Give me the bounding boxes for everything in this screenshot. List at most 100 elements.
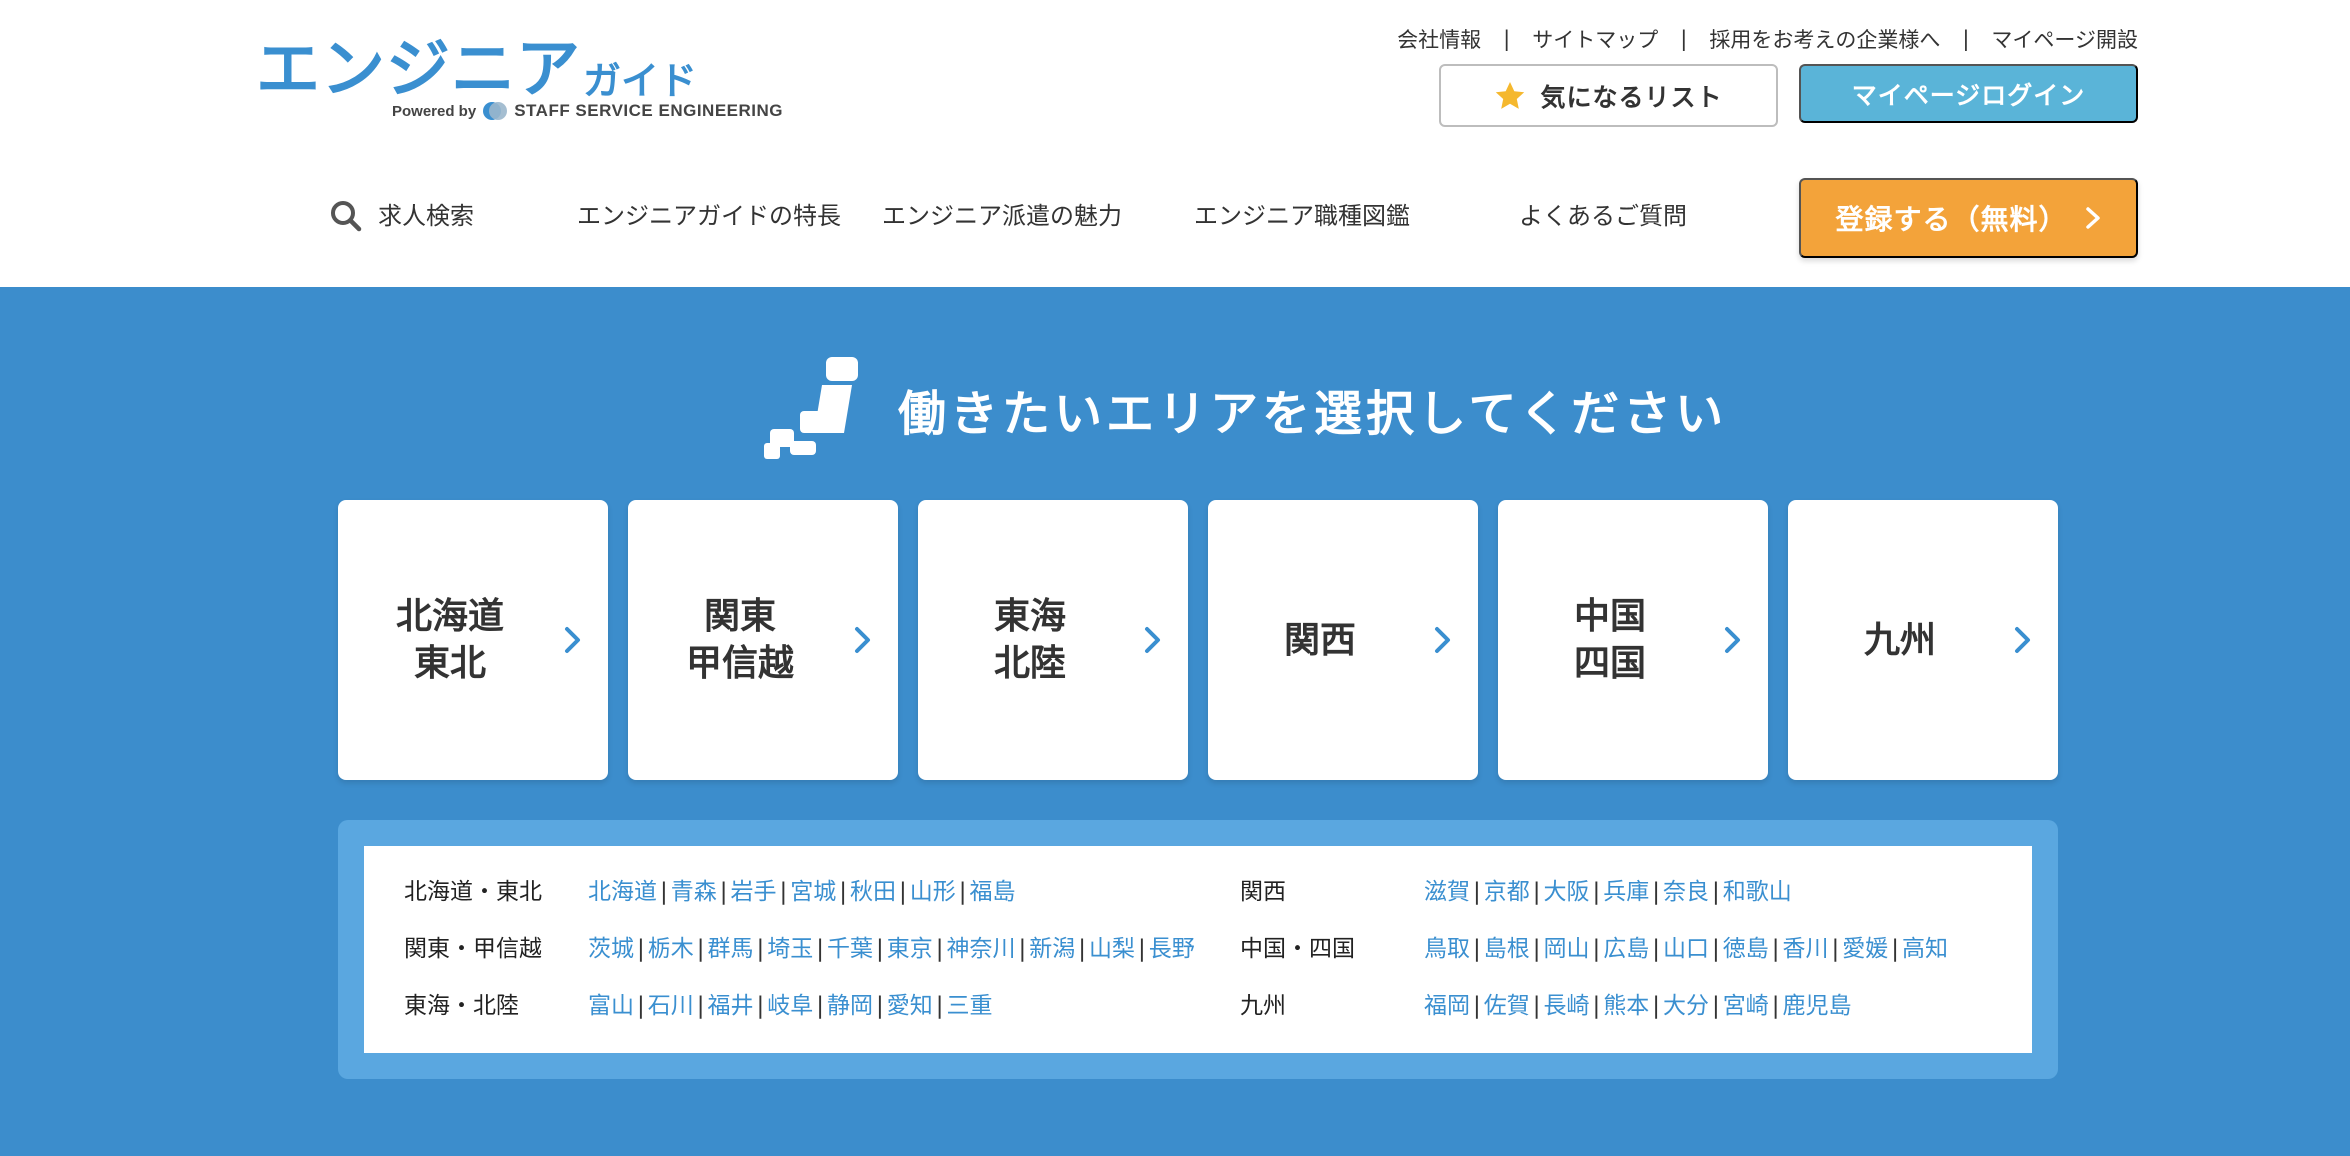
util-link-mypage-signup[interactable]: マイページ開設 (1991, 24, 2138, 54)
chevron-right-icon (1725, 627, 1740, 653)
pref-link[interactable]: 三重 (947, 986, 993, 1026)
pref-separator: | (1532, 993, 1541, 1019)
pref-link[interactable]: 鳥取 (1424, 929, 1470, 969)
pref-separator: | (1473, 993, 1481, 1019)
pref-link[interactable]: 茨城 (588, 929, 634, 969)
util-link-company[interactable]: 会社情報 (1397, 24, 1481, 54)
pref-separator: | (696, 936, 705, 962)
pref-link[interactable]: 佐賀 (1484, 986, 1530, 1026)
pref-link[interactable]: 大分 (1663, 986, 1709, 1026)
pref-link[interactable]: 滋賀 (1424, 872, 1470, 912)
pref-link[interactable]: 岩手 (731, 872, 777, 912)
util-link-sitemap[interactable]: サイトマップ (1532, 24, 1658, 54)
pref-separator: | (1831, 936, 1840, 962)
star-icon (1496, 81, 1525, 109)
pref-link[interactable]: 和歌山 (1723, 872, 1792, 912)
pref-link[interactable]: 秋田 (850, 872, 896, 912)
pref-link[interactable]: 石川 (648, 986, 694, 1026)
region-card-kanto-koshinetsu[interactable]: 関東 甲信越 (628, 500, 898, 780)
pref-link[interactable]: 高知 (1902, 929, 1948, 969)
util-link-recruiters[interactable]: 採用をお考えの企業様へ (1709, 24, 1940, 54)
pref-link[interactable]: 香川 (1783, 929, 1829, 969)
pref-group-links: 茨城 | 栃木 | 群馬 | 埼玉 | 千葉 | 東京 | 神奈川 | 新潟 | 山梨 | 長野 (588, 929, 1195, 969)
prefecture-list: 北海道・東北 北海道 | 青森 | 岩手 | 宮城 | 秋田 | 山形 | 福島 関東・甲信越 茨城 | 栃… (364, 846, 2032, 1053)
nav-item-faq[interactable]: よくあるご質問 (1519, 196, 1687, 236)
pref-separator: | (1652, 993, 1660, 1019)
nav-item-dispatch-appeal[interactable]: エンジニア派遣の魅力 (882, 196, 1122, 236)
pref-link[interactable]: 福島 (970, 872, 1016, 912)
nav-item-features[interactable]: エンジニアガイドの特長 (577, 196, 841, 236)
pref-link[interactable]: 熊本 (1603, 986, 1649, 1026)
pref-link[interactable]: 奈良 (1663, 872, 1709, 912)
pref-group-region: 関東・甲信越 (404, 936, 542, 962)
pref-link[interactable]: 徳島 (1723, 929, 1769, 969)
region-card-hokkaido-tohoku[interactable]: 北海道 東北 (338, 500, 608, 780)
pref-link[interactable]: 宮崎 (1723, 986, 1769, 1026)
pref-separator: | (876, 936, 884, 962)
nav-item-label: 求人検索 (378, 202, 474, 230)
favorite-list-button[interactable]: 気になるリスト (1439, 64, 1778, 127)
favorite-list-label: 気になるリスト (1540, 83, 1723, 112)
pref-link[interactable]: 愛知 (887, 986, 933, 1026)
pref-link[interactable]: 富山 (588, 986, 634, 1026)
pref-link[interactable]: 栃木 (648, 929, 694, 969)
pref-link[interactable]: 福岡 (1424, 986, 1470, 1026)
pref-link[interactable]: 千葉 (827, 929, 873, 969)
area-heading: 働きたいエリアを選択してください (760, 355, 1727, 463)
pref-group-row: 東海・北陸 富山 | 石川 | 福井 | 岐阜 | 静岡 | 愛知 | 三重 (404, 986, 1204, 1026)
pref-link[interactable]: 愛媛 (1842, 929, 1888, 969)
prefecture-panel: 北海道・東北 北海道 | 青森 | 岩手 | 宮城 | 秋田 | 山形 | 福島 関東・甲信越 茨城 | 栃… (338, 820, 2058, 1079)
mypage-login-button[interactable]: マイページログイン (1799, 64, 2138, 123)
pref-link[interactable]: 神奈川 (947, 929, 1016, 969)
region-card-tokai-hokuriku[interactable]: 東海 北陸 (918, 500, 1188, 780)
pref-link[interactable]: 広島 (1603, 929, 1649, 969)
register-button[interactable]: 登録する（無料） (1799, 178, 2138, 258)
chevron-right-icon (1435, 627, 1450, 653)
pref-link[interactable]: 山形 (910, 872, 956, 912)
pref-link[interactable]: 新潟 (1029, 929, 1075, 969)
nav-item-job-search[interactable]: 求人検索 (330, 196, 474, 236)
pref-link[interactable]: 群馬 (708, 929, 754, 969)
pref-separator: | (779, 879, 788, 905)
pref-link[interactable]: 東京 (887, 929, 933, 969)
pref-group-region: 東海・北陸 (404, 993, 519, 1019)
region-card-label: 関東 甲信越 (685, 596, 794, 684)
site-logo[interactable]: エンジニア ガイド Powered by STAFF SERVICE ENGIN… (256, 34, 783, 124)
pref-link[interactable]: 大阪 (1544, 872, 1590, 912)
pref-link[interactable]: 埼玉 (767, 929, 813, 969)
pref-group-row: 関西 滋賀 | 京都 | 大阪 | 兵庫 | 奈良 | 和歌山 (1240, 872, 2020, 912)
logo-main-text: エンジニア (256, 33, 581, 107)
pref-link[interactable]: 山口 (1663, 929, 1709, 969)
pref-link[interactable]: 北海道 (588, 872, 657, 912)
pref-link[interactable]: 福井 (708, 986, 754, 1026)
powered-by-label: Powered by (392, 102, 477, 120)
japan-map-icon (764, 357, 858, 459)
pref-group-region: 九州 (1240, 993, 1286, 1019)
area-selection-section: 働きたいエリアを選択してください 北海道 東北 関東 甲信越 東海 北陸 関西 … (0, 287, 2350, 1156)
pref-separator: | (1473, 936, 1481, 962)
pref-separator: | (1712, 936, 1720, 962)
pref-separator: | (1138, 936, 1146, 962)
pref-separator: | (935, 936, 944, 962)
region-card-kansai[interactable]: 関西 (1208, 500, 1478, 780)
pref-link[interactable]: 青森 (671, 872, 717, 912)
pref-link[interactable]: 岐阜 (767, 986, 813, 1026)
pref-link[interactable]: 岡山 (1544, 929, 1590, 969)
util-separator: | (1680, 27, 1688, 51)
pref-link[interactable]: 長崎 (1544, 986, 1590, 1026)
region-card-chugoku-shikoku[interactable]: 中国 四国 (1498, 500, 1768, 780)
logo-wordmark: エンジニア ガイド (256, 34, 762, 106)
pref-link[interactable]: 長野 (1149, 929, 1195, 969)
pref-link[interactable]: 宮城 (790, 872, 836, 912)
pref-link[interactable]: 静岡 (827, 986, 873, 1026)
nav-item-job-encyclopedia[interactable]: エンジニア職種図鑑 (1194, 196, 1410, 236)
pref-link[interactable]: 兵庫 (1603, 872, 1649, 912)
pref-link[interactable]: 島根 (1484, 929, 1530, 969)
pref-link[interactable]: 京都 (1484, 872, 1530, 912)
pref-link[interactable]: 鹿児島 (1783, 986, 1852, 1026)
pref-separator: | (958, 879, 967, 905)
pref-link[interactable]: 山梨 (1089, 929, 1135, 969)
region-card-kyushu[interactable]: 九州 (1788, 500, 2058, 780)
pref-group-row: 関東・甲信越 茨城 | 栃木 | 群馬 | 埼玉 | 千葉 | 東京 | 神奈川 | 新潟 | 山梨 | 長野 (404, 929, 1204, 969)
pref-separator: | (1652, 879, 1660, 905)
